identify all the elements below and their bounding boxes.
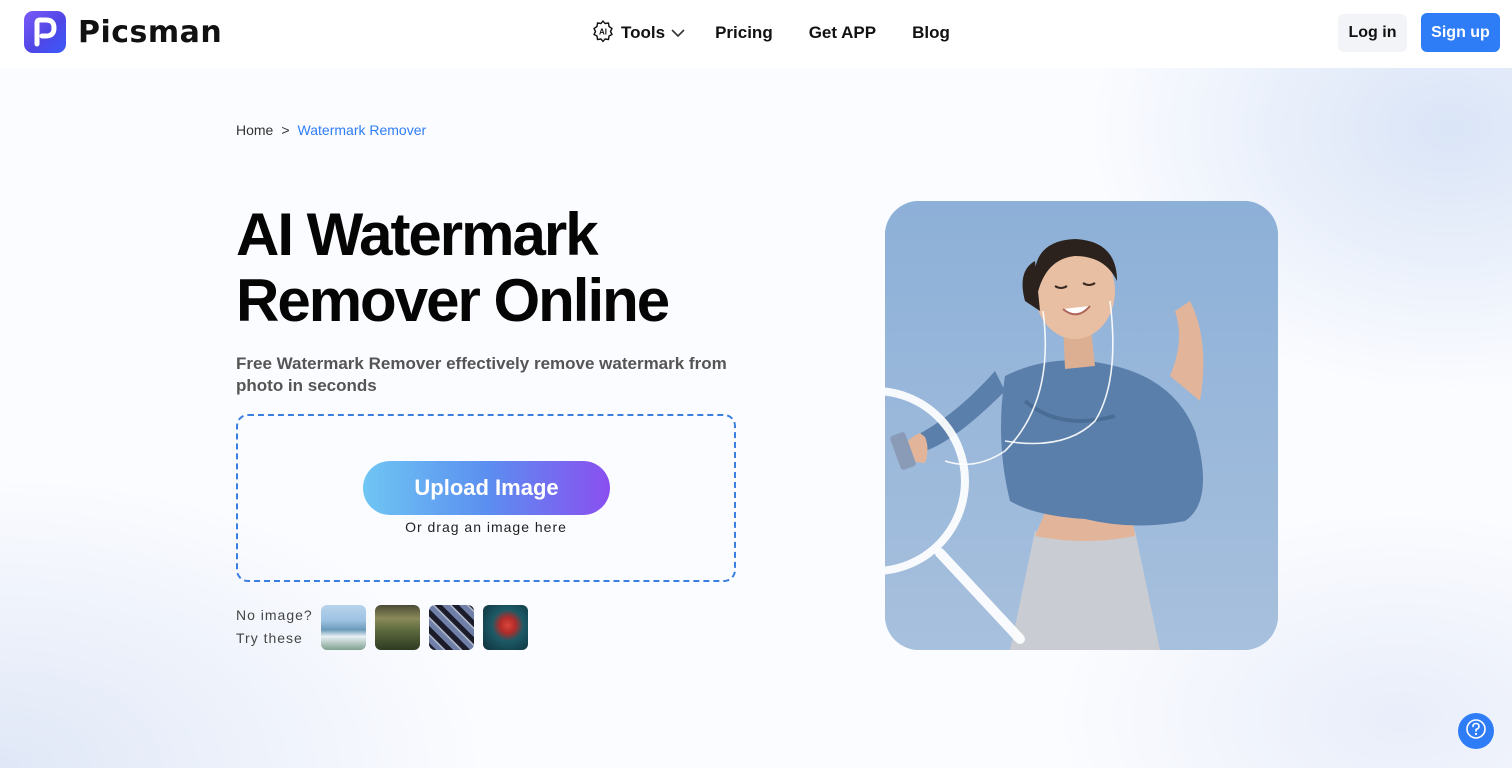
breadcrumb: Home > Watermark Remover	[236, 122, 426, 138]
sample-thumbnail-tiles[interactable]	[429, 604, 474, 650]
sample-thumbnail-mountain[interactable]	[375, 604, 420, 650]
sample-images: No image? Try these	[236, 604, 537, 650]
drag-hint: Or drag an image here	[405, 519, 567, 535]
logo-text: Picsman	[78, 14, 223, 50]
ai-chip-icon: AI	[591, 19, 615, 48]
samples-label: No image? Try these	[236, 604, 321, 650]
upload-dropzone[interactable]: Upload Image Or drag an image here	[236, 414, 736, 582]
page-title: AI Watermark Remover Online	[236, 202, 796, 334]
help-button[interactable]	[1458, 713, 1494, 749]
signup-button[interactable]: Sign up	[1421, 13, 1500, 52]
chevron-down-icon	[671, 23, 685, 43]
samples-label-line-1: No image?	[236, 607, 313, 623]
nav-blog[interactable]: Blog	[912, 23, 950, 43]
sample-thumbnail-person[interactable]	[483, 604, 528, 650]
question-circle-icon	[1465, 718, 1487, 745]
nav-get-app[interactable]: Get APP	[809, 23, 876, 43]
samples-label-line-2: Try these	[236, 630, 303, 646]
nav-pricing[interactable]: Pricing	[715, 23, 773, 43]
title-line-1: AI Watermark	[236, 201, 599, 268]
main-nav: AI Tools Pricing Get APP Blog	[591, 19, 950, 48]
hero-photo	[885, 201, 1278, 650]
breadcrumb-separator: >	[281, 122, 290, 138]
breadcrumb-current[interactable]: Watermark Remover	[298, 122, 427, 138]
login-button[interactable]: Log in	[1338, 14, 1407, 52]
picsman-logo-icon	[24, 11, 66, 53]
title-line-2: Remover Online	[236, 267, 670, 334]
logo[interactable]: Picsman	[24, 11, 222, 53]
upload-image-button[interactable]: Upload Image	[363, 461, 610, 515]
svg-text:AI: AI	[599, 27, 607, 36]
breadcrumb-home[interactable]: Home	[236, 122, 273, 138]
nav-tools[interactable]: AI Tools	[591, 19, 685, 48]
nav-tools-label: Tools	[621, 23, 666, 42]
sample-thumbnail-lake[interactable]	[321, 604, 366, 650]
page-subtitle: Free Watermark Remover effectively remov…	[236, 354, 727, 395]
page-background	[0, 68, 1512, 768]
top-navbar: Picsman AI Tools Pricing Get APP Blog Lo…	[0, 0, 1512, 68]
